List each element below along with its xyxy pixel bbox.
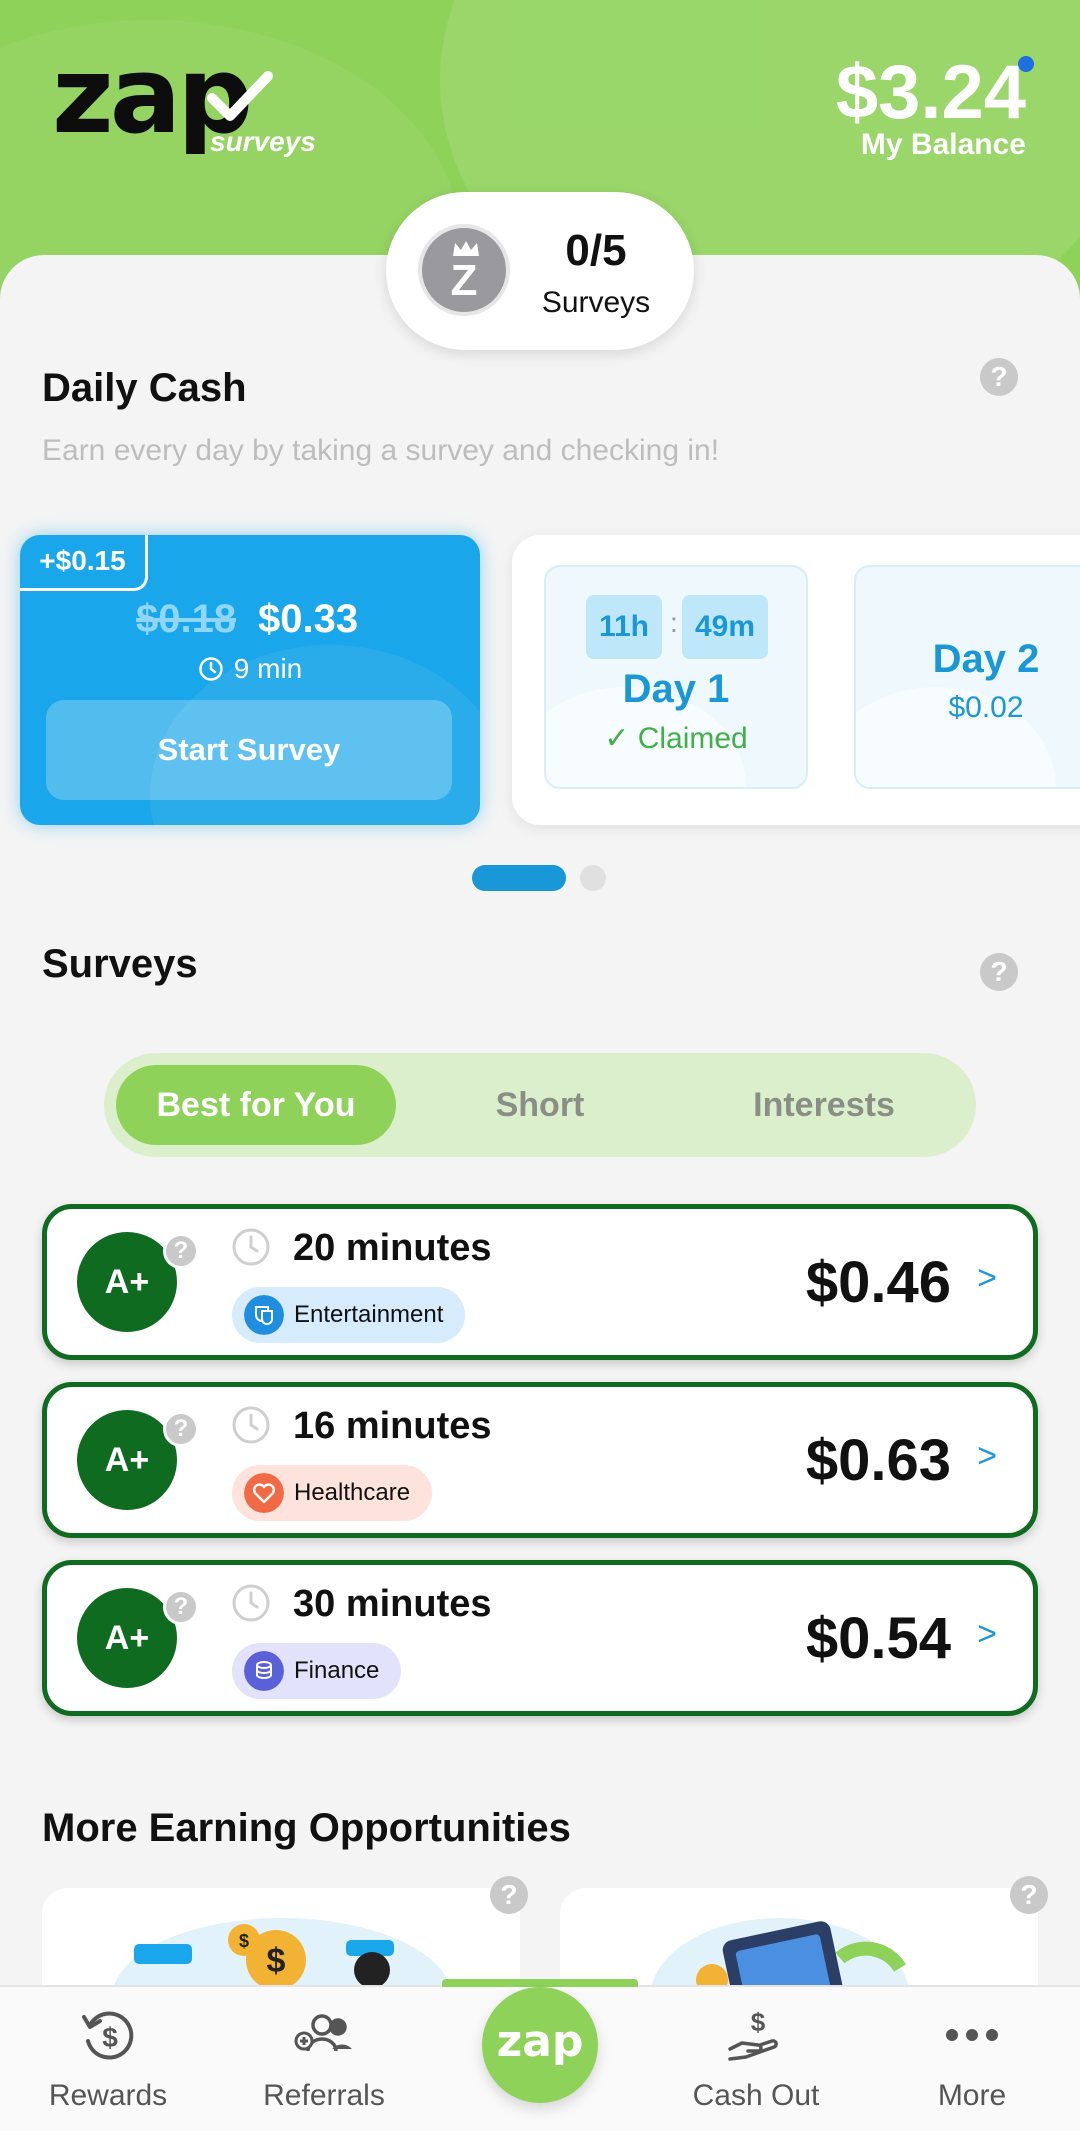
survey-price: $0.63 <box>805 1428 951 1493</box>
opportunity-help-icon[interactable]: ? <box>1010 1876 1048 1914</box>
heart-icon <box>244 1473 284 1513</box>
notification-dot <box>1018 56 1034 72</box>
nav-label: More <box>937 2079 1007 2112</box>
chevron-right-icon: > <box>977 1259 997 1297</box>
day-2-card[interactable]: Day 2 $0.02 <box>854 565 1080 789</box>
survey-row[interactable]: A+ ? 16 minutes Healthcare $0.63 > <box>42 1382 1038 1538</box>
timer-hours: 11h <box>586 595 662 659</box>
survey-filter-tabs: Best for You Short Interests <box>104 1053 976 1157</box>
level-avatar: Z <box>418 224 510 316</box>
offer-duration-text: 9 min <box>233 653 303 684</box>
day-2-title: Day 2 <box>932 637 1040 681</box>
bottom-navigation: $ Rewards Referrals zap $ Cash Out More <box>0 1979 1080 2131</box>
active-indicator <box>442 1979 638 1987</box>
offer-duration: 9 min <box>20 653 480 685</box>
balance-display[interactable]: $3.24 My Balance <box>835 50 1034 162</box>
grade-help-icon[interactable]: ? <box>163 1589 199 1625</box>
check-in-panel: 11h : 49m Day 1 ✓ Claimed Day 2 $0.02 <box>512 535 1080 825</box>
daily-cash-title: Daily Cash <box>42 366 247 410</box>
nav-label: Rewards <box>48 2079 168 2112</box>
nav-more[interactable]: More <box>872 1987 1072 2131</box>
zap-surveys-logo: zap surveys <box>52 34 316 158</box>
category-chip: Finance <box>232 1643 402 1699</box>
nav-label: Referrals <box>263 2079 385 2112</box>
survey-progress-pill[interactable]: Z 0/5 Surveys <box>386 192 694 350</box>
coins-illustration: $ $ <box>113 1918 451 1988</box>
survey-duration: 16 minutes <box>293 1405 492 1447</box>
nav-label: Cash Out <box>692 2079 820 2112</box>
survey-count: 0/5 <box>565 226 627 275</box>
tab-short[interactable]: Short <box>400 1065 680 1145</box>
daily-cash-help-icon[interactable]: ? <box>980 358 1018 396</box>
survey-price: $0.46 <box>805 1250 951 1315</box>
timer-colon: : <box>670 607 678 638</box>
daily-cash-subtitle: Earn every day by taking a survey and ch… <box>42 434 720 467</box>
clock-icon <box>232 1406 270 1444</box>
svg-text:$: $ <box>239 1931 249 1951</box>
rewards-history-icon: $ <box>82 2011 134 2060</box>
day-1-status: ✓ Claimed <box>604 722 748 755</box>
nav-rewards[interactable]: $ Rewards <box>8 1987 208 2131</box>
category-label: Finance <box>294 1657 380 1684</box>
clock-icon <box>232 1584 270 1622</box>
old-price: $0.18 <box>136 597 237 641</box>
survey-row[interactable]: A+ ? 30 minutes Finance $0.54 > <box>42 1560 1038 1716</box>
surveys-help-icon[interactable]: ? <box>980 953 1018 991</box>
nav-cash-out[interactable]: $ Cash Out <box>656 1987 856 2131</box>
clock-icon <box>232 1228 270 1266</box>
day-1-card[interactable]: 11h : 49m Day 1 ✓ Claimed <box>544 565 808 789</box>
category-label: Healthcare <box>294 1479 411 1506</box>
chevron-right-icon: > <box>977 1615 997 1653</box>
survey-count-label: Surveys <box>541 286 651 319</box>
survey-duration: 20 minutes <box>293 1227 492 1269</box>
grade-help-icon[interactable]: ? <box>163 1233 199 1269</box>
grade-help-icon[interactable]: ? <box>163 1411 199 1447</box>
new-price: $0.33 <box>258 597 359 641</box>
nav-referrals[interactable]: Referrals <box>224 1987 424 2131</box>
category-chip: Healthcare <box>232 1465 433 1521</box>
survey-duration: 30 minutes <box>293 1583 492 1625</box>
coins-icon <box>244 1651 284 1691</box>
bonus-badge: +$0.15 <box>20 535 148 591</box>
survey-price: $0.54 <box>805 1606 951 1671</box>
category-label: Entertainment <box>294 1301 444 1328</box>
category-chip: Entertainment <box>232 1287 466 1343</box>
tab-interests[interactable]: Interests <box>684 1065 964 1145</box>
start-survey-button[interactable]: Start Survey <box>46 700 452 800</box>
svg-text:$: $ <box>267 1942 286 1980</box>
grade-badge: A+ <box>77 1410 177 1510</box>
svg-text:$: $ <box>751 2007 766 2037</box>
clock-icon <box>199 657 223 681</box>
survey-row[interactable]: A+ ? 20 minutes Entertainment $0.46 > <box>42 1204 1038 1360</box>
avatar-letter: Z <box>450 256 478 305</box>
tablet-illustration <box>651 1918 909 1988</box>
logo-check-icon <box>207 71 273 121</box>
tab-best-for-you[interactable]: Best for You <box>116 1065 396 1145</box>
grade-badge: A+ <box>77 1588 177 1688</box>
day-2-amount: $0.02 <box>948 691 1024 724</box>
timer-minutes: 49m <box>682 595 768 659</box>
more-earning-title: More Earning Opportunities <box>42 1806 571 1850</box>
more-dots-icon <box>946 2029 998 2041</box>
grade-badge: A+ <box>77 1232 177 1332</box>
logo-subtext: surveys <box>210 126 316 157</box>
add-user-icon <box>294 2014 352 2052</box>
chevron-right-icon: > <box>977 1437 997 1475</box>
daily-cash-offer-card[interactable]: +$0.15 $0.18 $0.33 9 min Start Survey <box>20 535 480 825</box>
cash-out-hand-icon: $ <box>728 2007 778 2061</box>
surveys-title: Surveys <box>42 942 198 986</box>
theater-masks-icon <box>244 1295 284 1335</box>
carousel-dot[interactable] <box>580 865 606 891</box>
balance-label: My Balance <box>860 128 1026 161</box>
opportunity-help-icon[interactable]: ? <box>490 1876 528 1914</box>
svg-text:$: $ <box>102 2022 118 2053</box>
carousel-dot-active[interactable] <box>472 865 566 891</box>
day-1-title: Day 1 <box>622 667 730 711</box>
balance-amount: $3.24 <box>835 50 1026 135</box>
zap-home-button[interactable]: zap <box>482 1987 598 2103</box>
